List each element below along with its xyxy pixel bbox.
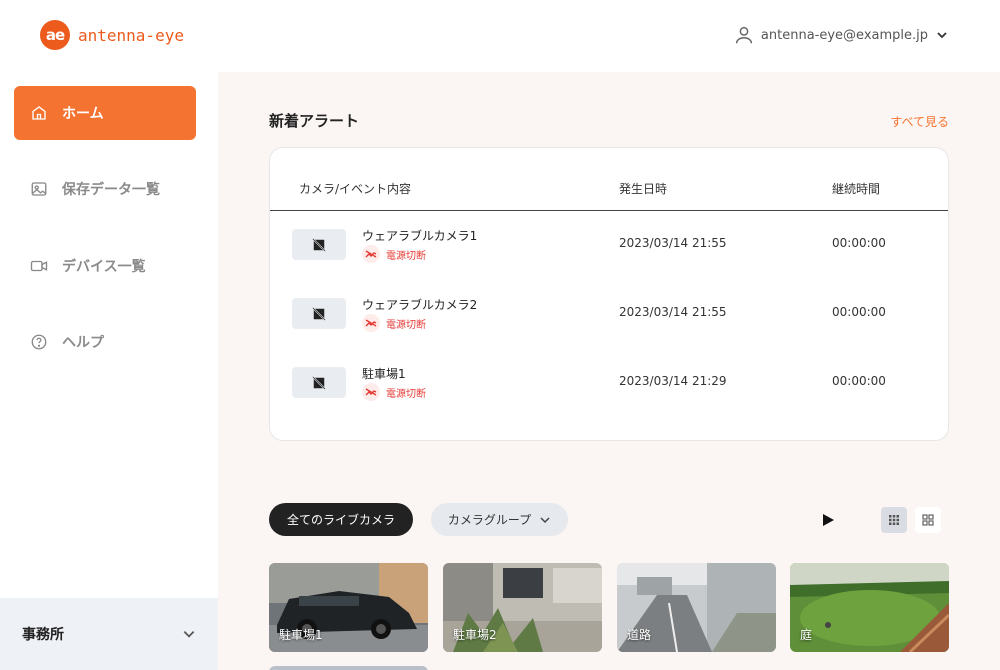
logo-mark: ae [40, 20, 70, 50]
camera-tile[interactable]: 道路 [617, 563, 776, 652]
user-icon [735, 26, 752, 44]
image-icon [31, 182, 47, 196]
event-badge: 電源切断 [362, 383, 426, 401]
sidebar-item-label: ホーム [62, 106, 104, 122]
dense-grid-view-button[interactable] [881, 507, 907, 533]
column-header-camera: カメラ/イベント内容 [299, 182, 412, 196]
grid-dense-icon [889, 515, 899, 525]
camera-thumbnail [292, 298, 346, 329]
logo-text: antenna-eye [78, 25, 184, 45]
camera-group-dropdown[interactable]: カメラグループ [431, 503, 568, 536]
power-off-icon [362, 245, 380, 263]
camera-label: 道路 [627, 628, 652, 642]
camera-tile[interactable]: 駐車場2 [443, 563, 602, 652]
alert-table: カメラ/イベント内容 発生日時 継続時間 ウェアラブルカメラ1 電源切断 202… [269, 147, 949, 441]
sidebar: ホーム 保存データ一覧 デバイス一覧 ヘルプ 事務所 [0, 72, 218, 670]
sidebar-item-label: デバイス一覧 [62, 259, 146, 275]
event-duration: 00:00:00 [832, 236, 886, 250]
no-image-icon [312, 306, 326, 321]
office-label: 事務所 [22, 627, 64, 643]
camera-label: 駐車場1 [279, 628, 323, 642]
event-label: 電源切断 [386, 319, 426, 331]
table-header: カメラ/イベント内容 発生日時 継続時間 [270, 148, 948, 211]
help-circle-icon [31, 334, 47, 350]
camera-thumbnail [292, 229, 346, 260]
camera-tile[interactable]: 駐車場1 [269, 563, 428, 652]
event-badge: 電源切断 [362, 314, 426, 332]
camera-name: 駐車場1 [362, 367, 406, 381]
chevron-down-icon [937, 32, 947, 39]
section-title-alerts: 新着アラート [269, 112, 360, 130]
column-header-date: 発生日時 [619, 182, 668, 196]
office-selector[interactable]: 事務所 [0, 598, 218, 670]
camera-label: 駐車場2 [453, 628, 497, 642]
no-image-icon [312, 375, 326, 390]
camera-name: ウェアラブルカメラ2 [362, 298, 478, 312]
event-date: 2023/03/14 21:55 [619, 305, 727, 319]
camera-label: 庭 [800, 628, 813, 642]
home-icon [32, 106, 46, 120]
event-badge: 電源切断 [362, 245, 426, 263]
main-content: 新着アラート すべて見る カメラ/イベント内容 発生日時 継続時間 ウェアラブル… [218, 72, 1000, 670]
sidebar-item-home[interactable]: ホーム [14, 86, 196, 140]
all-live-cameras-chip[interactable]: 全てのライブカメラ [269, 503, 413, 536]
sidebar-item-help[interactable]: ヘルプ [14, 315, 196, 369]
app-logo[interactable]: ae antenna-eye [40, 20, 184, 50]
event-date: 2023/03/14 21:29 [619, 374, 727, 388]
play-icon[interactable] [821, 513, 835, 527]
video-camera-icon [30, 260, 48, 272]
column-header-duration: 継続時間 [832, 182, 881, 196]
event-label: 電源切断 [386, 388, 426, 400]
camera-tile-next-row [269, 666, 428, 670]
camera-thumbnail [292, 367, 346, 398]
camera-feed-garden [790, 563, 949, 652]
account-email: antenna-eye@example.jp [760, 27, 928, 43]
chevron-down-icon [183, 631, 195, 638]
power-off-icon [362, 314, 380, 332]
table-row[interactable]: 駐車場1 電源切断 2023/03/14 21:29 00:00:00 [270, 357, 948, 423]
sidebar-item-label: 保存データ一覧 [62, 182, 160, 198]
event-date: 2023/03/14 21:55 [619, 236, 727, 250]
event-duration: 00:00:00 [832, 305, 886, 319]
event-label: 電源切断 [386, 250, 426, 262]
sidebar-item-devices[interactable]: デバイス一覧 [14, 239, 196, 293]
account-menu[interactable]: antenna-eye@example.jp [733, 24, 948, 46]
power-off-icon [362, 383, 380, 401]
see-all-link[interactable]: すべて見る [890, 113, 949, 130]
large-grid-view-button[interactable] [915, 507, 941, 533]
grid-large-icon [922, 514, 934, 526]
table-row[interactable]: ウェアラブルカメラ1 電源切断 2023/03/14 21:55 00:00:0… [270, 219, 948, 285]
no-image-icon [312, 237, 326, 252]
camera-name: ウェアラブルカメラ1 [362, 229, 478, 243]
sidebar-item-label: ヘルプ [62, 335, 104, 351]
sidebar-item-saved-data[interactable]: 保存データ一覧 [14, 162, 196, 216]
top-bar: ae antenna-eye antenna-eye@example.jp [0, 0, 1000, 72]
table-row[interactable]: ウェアラブルカメラ2 電源切断 2023/03/14 21:55 00:00:0… [270, 288, 948, 354]
camera-tile[interactable]: 庭 [790, 563, 949, 652]
event-duration: 00:00:00 [832, 374, 886, 388]
chip-label: 全てのライブカメラ [286, 513, 395, 527]
chevron-down-icon [540, 516, 550, 523]
chip-label: カメラグループ [447, 513, 532, 527]
